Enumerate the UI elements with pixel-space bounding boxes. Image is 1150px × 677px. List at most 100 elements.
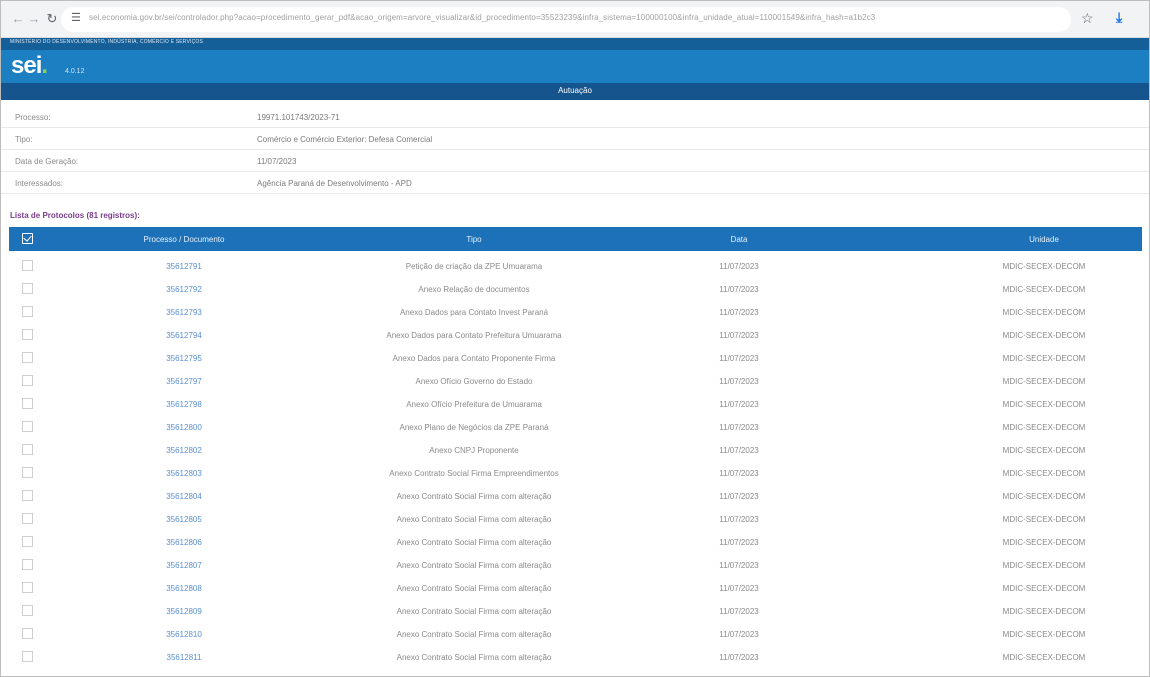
info-label: Tipo: xyxy=(15,135,33,144)
row-checkbox[interactable] xyxy=(22,467,33,478)
row-data: 11/07/2023 xyxy=(719,630,759,639)
row-tipo: Anexo Contrato Social Firma com alteraçã… xyxy=(396,515,552,524)
info-value: 19971.101743/2023-71 xyxy=(257,113,340,122)
col-header-unidade[interactable]: Unidade xyxy=(964,235,1124,244)
row-checkbox[interactable] xyxy=(22,306,33,317)
row-checkbox[interactable] xyxy=(22,375,33,386)
info-row: Tipo: Comércio e Comércio Exterior: Defes… xyxy=(1,128,1149,150)
row-unidade: MDIC-SECEX-DECOM xyxy=(1002,561,1086,570)
row-checkbox[interactable] xyxy=(22,651,33,662)
row-checkbox[interactable] xyxy=(22,329,33,340)
document-link[interactable]: 35612811 xyxy=(139,653,229,662)
document-link[interactable]: 35612810 xyxy=(139,630,229,639)
row-unidade: MDIC-SECEX-DECOM xyxy=(1002,538,1086,547)
row-checkbox[interactable] xyxy=(22,421,33,432)
row-data: 11/07/2023 xyxy=(719,515,759,524)
select-all-checkbox[interactable] xyxy=(22,233,33,244)
document-link[interactable]: 35612806 xyxy=(139,538,229,547)
page-title: Autuação xyxy=(558,86,592,95)
row-unidade: MDIC-SECEX-DECOM xyxy=(1002,469,1086,478)
site-info-icon[interactable]: ☰ xyxy=(71,11,81,24)
info-row: Data de Geração: 11/07/2023 xyxy=(1,150,1149,172)
row-data: 11/07/2023 xyxy=(719,446,759,455)
info-row: Processo: 19971.101743/2023-71 xyxy=(1,106,1149,128)
row-checkbox[interactable] xyxy=(22,398,33,409)
row-tipo: Anexo Contrato Social Firma com alteraçã… xyxy=(396,607,552,616)
bookmark-star-icon[interactable]: ☆ xyxy=(1081,10,1094,27)
document-link[interactable]: 35612800 xyxy=(139,423,229,432)
row-tipo: Anexo Dados para Contato Invest Paraná xyxy=(399,308,549,317)
col-header-tipo[interactable]: Tipo xyxy=(309,235,639,244)
info-label: Data de Geração: xyxy=(15,157,79,166)
row-unidade: MDIC-SECEX-DECOM xyxy=(1002,308,1086,317)
address-bar[interactable]: ☰ sei.economia.gov.br/sei/controlador.ph… xyxy=(61,7,1071,32)
document-link[interactable]: 35612797 xyxy=(139,377,229,386)
row-data: 11/07/2023 xyxy=(719,653,759,662)
row-tipo: Anexo CNPJ Proponente xyxy=(429,446,519,455)
table-row: 35612802 Anexo CNPJ Proponente 11/07/2023 M… xyxy=(9,439,1142,462)
document-link[interactable]: 35612798 xyxy=(139,400,229,409)
document-link[interactable]: 35612795 xyxy=(139,354,229,363)
document-link[interactable]: 35612794 xyxy=(139,331,229,340)
row-unidade: MDIC-SECEX-DECOM xyxy=(1002,630,1086,639)
row-checkbox[interactable] xyxy=(22,513,33,524)
row-data: 11/07/2023 xyxy=(719,377,759,386)
row-tipo: Anexo Plano de Negócios da ZPE Paraná xyxy=(399,423,549,432)
sei-logo: sei. xyxy=(11,52,48,79)
row-checkbox[interactable] xyxy=(22,628,33,639)
document-link[interactable]: 35612791 xyxy=(139,262,229,271)
row-data: 11/07/2023 xyxy=(719,538,759,547)
row-unidade: MDIC-SECEX-DECOM xyxy=(1002,607,1086,616)
row-checkbox[interactable] xyxy=(22,444,33,455)
row-unidade: MDIC-SECEX-DECOM xyxy=(1002,400,1086,409)
download-icon[interactable]: ⤓ xyxy=(1116,9,1122,26)
table-row: 35612797 Anexo Ofício Governo do Estado 11… xyxy=(9,370,1142,393)
row-checkbox[interactable] xyxy=(22,283,33,294)
row-tipo: Anexo Contrato Social Firma Empreendimen… xyxy=(389,469,559,478)
table-row: 35612807 Anexo Contrato Social Firma com … xyxy=(9,554,1142,577)
document-link[interactable]: 35612804 xyxy=(139,492,229,501)
table-row: 35612794 Anexo Dados para Contato Prefeit… xyxy=(9,324,1142,347)
document-link[interactable]: 35612808 xyxy=(139,584,229,593)
row-tipo: Anexo Ofício Prefeitura de Umuarama xyxy=(406,400,542,409)
page-title-bar: Autuação xyxy=(1,83,1149,100)
row-checkbox[interactable] xyxy=(22,605,33,616)
row-checkbox[interactable] xyxy=(22,352,33,363)
row-checkbox[interactable] xyxy=(22,490,33,501)
info-label: Interessados: xyxy=(15,179,64,188)
document-link[interactable]: 35612805 xyxy=(139,515,229,524)
url-text[interactable]: sei.economia.gov.br/sei/controlador.php?… xyxy=(89,13,889,22)
document-link[interactable]: 35612809 xyxy=(139,607,229,616)
info-row: Interessados: Agência Paraná de Desenvolv… xyxy=(1,172,1149,194)
row-checkbox[interactable] xyxy=(22,582,33,593)
row-data: 11/07/2023 xyxy=(719,308,759,317)
info-value: 11/07/2023 xyxy=(257,157,297,166)
row-checkbox[interactable] xyxy=(22,536,33,547)
row-tipo: Anexo Ofício Governo do Estado xyxy=(415,377,533,386)
row-tipo: Anexo Relação de documentos xyxy=(418,285,530,294)
info-value: Comércio e Comércio Exterior: Defesa Com… xyxy=(257,135,433,144)
row-tipo: Anexo Contrato Social Firma com alteraçã… xyxy=(396,538,552,547)
browser-toolbar: ← → ↻ ☰ sei.economia.gov.br/sei/controla… xyxy=(1,1,1149,38)
document-link[interactable]: 35612793 xyxy=(139,308,229,317)
document-link[interactable]: 35612792 xyxy=(139,285,229,294)
info-label: Processo: xyxy=(15,113,51,122)
col-header-data[interactable]: Data xyxy=(699,235,779,244)
document-link[interactable]: 35612802 xyxy=(139,446,229,455)
row-checkbox[interactable] xyxy=(22,559,33,570)
row-unidade: MDIC-SECEX-DECOM xyxy=(1002,354,1086,363)
row-data: 11/07/2023 xyxy=(719,492,759,501)
row-data: 11/07/2023 xyxy=(719,469,759,478)
info-value: Agência Paraná de Desenvolvimento - APD xyxy=(257,179,412,188)
document-link[interactable]: 35612803 xyxy=(139,469,229,478)
document-link[interactable]: 35612807 xyxy=(139,561,229,570)
row-unidade: MDIC-SECEX-DECOM xyxy=(1002,423,1086,432)
col-header-documento[interactable]: Processo / Documento xyxy=(139,235,229,244)
row-unidade: MDIC-SECEX-DECOM xyxy=(1002,653,1086,662)
row-tipo: Anexo Dados para Contato Prefeitura Umua… xyxy=(386,331,562,340)
table-row: 35612811 Anexo Contrato Social Firma com … xyxy=(9,646,1142,669)
forward-icon[interactable]: → xyxy=(25,10,43,28)
reload-icon[interactable]: ↻ xyxy=(43,10,61,28)
row-checkbox[interactable] xyxy=(22,260,33,271)
table-row: 35612808 Anexo Contrato Social Firma com … xyxy=(9,577,1142,600)
